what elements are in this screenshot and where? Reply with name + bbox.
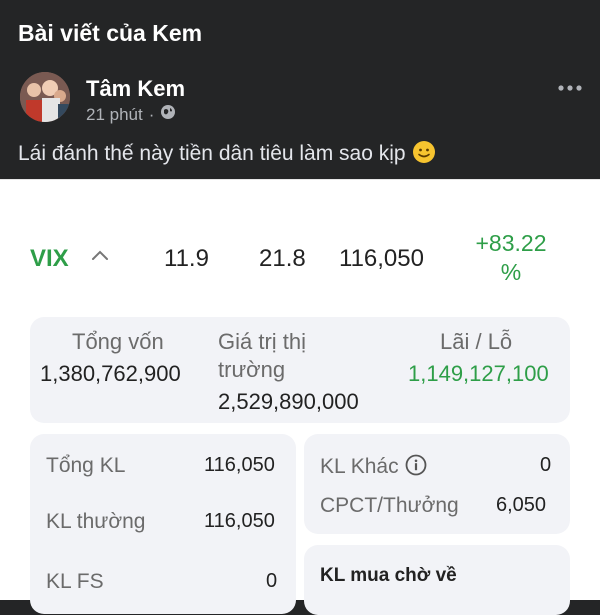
kl-normal-label: KL thường — [46, 510, 146, 533]
author-name[interactable]: Tâm Kem — [86, 76, 185, 102]
info-icon[interactable] — [405, 454, 427, 476]
kl-pending-label: KL mua chờ về — [320, 565, 457, 586]
market-value-label-1: Giá trị thị — [218, 329, 307, 354]
top-bar: Bài viết của Kem — [0, 0, 600, 68]
meta-separator: · — [148, 104, 155, 124]
post-meta: 21 phút · — [86, 104, 176, 125]
total-capital-label: Tổng vốn — [72, 329, 164, 354]
cpct-label: CPCT/Thưởng — [320, 494, 459, 517]
smiley-emoji-icon — [412, 140, 436, 164]
kl-fs-value: 0 — [266, 570, 278, 592]
kl-other-value: 0 — [540, 454, 552, 476]
total-kl-value: 116,050 — [204, 454, 275, 476]
ticker-symbol: VIX — [30, 245, 69, 272]
kl-normal-value: 116,050 — [204, 510, 275, 532]
post-text-content: Lái đánh thế này tiền dân tiêu làm sao k… — [18, 142, 406, 165]
other-volume-card: KL Khác 0 CPCT/Thưởng 6,050 — [304, 434, 570, 534]
stock-row[interactable]: VIX 11.9 21.8 116,050 +83.22 % — [0, 179, 600, 309]
stock-col-2: 21.8 — [259, 245, 306, 272]
change-percent: +83.22 % — [456, 229, 566, 287]
post-time[interactable]: 21 phút — [86, 105, 143, 125]
summary-card: Tổng vốn 1,380,762,900 Giá trị thị trườn… — [30, 317, 570, 423]
pending-card: KL mua chờ về — [304, 545, 570, 615]
pnl-label: Lãi / Lỗ — [440, 329, 513, 354]
change-value: +83.22 — [475, 230, 547, 256]
change-unit: % — [500, 259, 522, 285]
kl-fs-label: KL FS — [46, 570, 104, 593]
stock-col-1: 11.9 — [164, 245, 209, 272]
page-title: Bài viết của Kem — [18, 20, 203, 46]
kl-other-label: KL Khác — [320, 455, 399, 478]
post-image[interactable]: VIX 11.9 21.8 116,050 +83.22 % Tổng vốn … — [0, 179, 600, 615]
total-kl-label: Tổng KL — [46, 454, 126, 477]
cpct-value: 6,050 — [496, 494, 547, 516]
post-text: Lái đánh thế này tiền dân tiêu làm sao k… — [18, 140, 436, 166]
stock-col-3: 116,050 — [339, 245, 424, 272]
globe-icon[interactable] — [160, 104, 176, 125]
volume-card: Tổng KL 116,050 KL thường 116,050 KL FS … — [30, 434, 296, 614]
total-capital-value: 1,380,762,900 — [40, 361, 181, 386]
avatar[interactable] — [20, 72, 70, 122]
market-value: 2,529,890,000 — [218, 389, 359, 414]
market-value-label-2: trường — [218, 357, 286, 382]
more-horizontal-icon[interactable] — [558, 80, 582, 91]
pnl-value: 1,149,127,100 — [408, 361, 549, 386]
kl-other-label-wrap: KL Khác — [320, 454, 427, 479]
chevron-up-icon — [90, 247, 110, 263]
